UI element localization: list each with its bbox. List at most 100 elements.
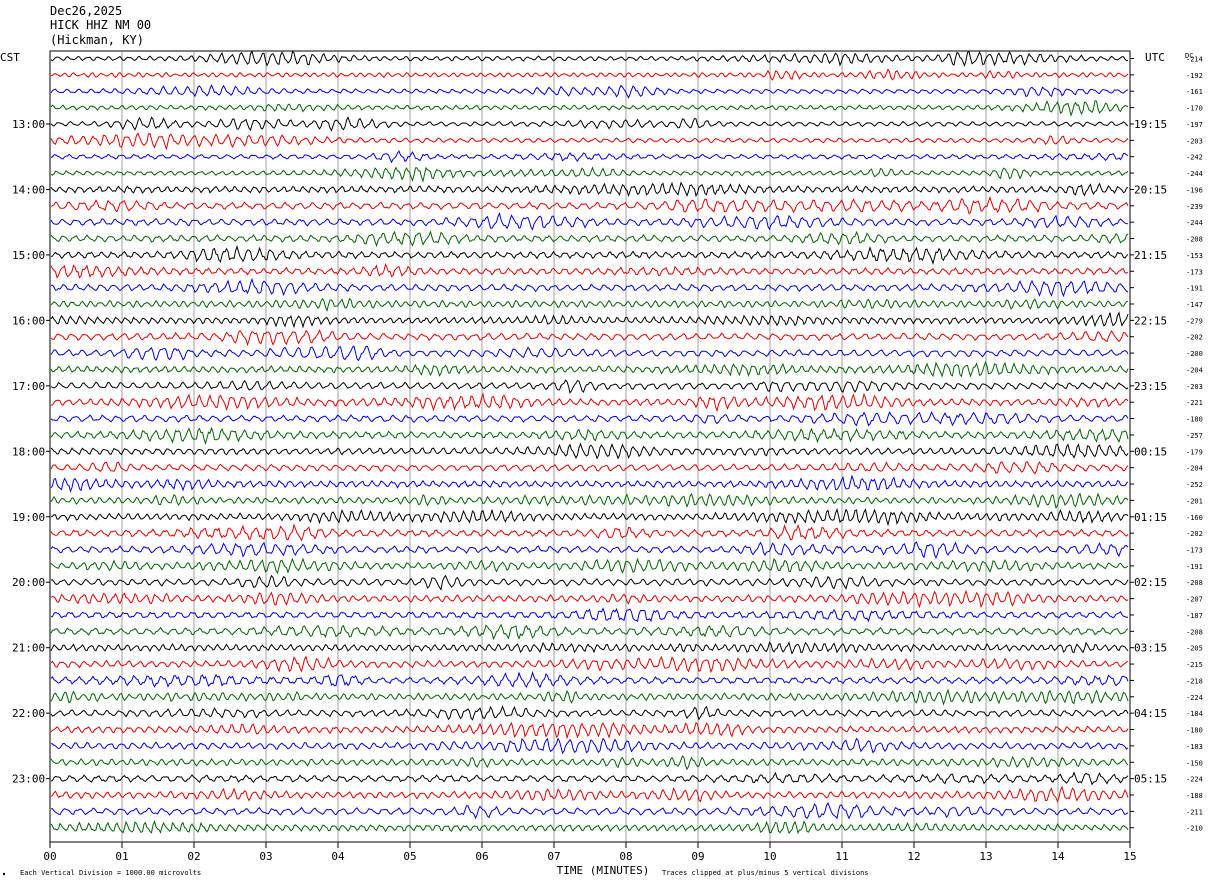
seismic-trace xyxy=(50,166,1129,183)
dc-offset-label: -252 xyxy=(1186,481,1203,489)
seismic-trace xyxy=(50,230,1129,248)
seismic-trace xyxy=(50,181,1129,198)
cst-hour-label: 15:00 xyxy=(12,249,45,262)
dc-offset-label: -173 xyxy=(1186,546,1203,554)
x-tick-label: 03 xyxy=(259,850,272,863)
cst-hour-label: 23:00 xyxy=(12,773,45,786)
cst-hour-label: 20:00 xyxy=(12,576,45,589)
dc-offset-label: -196 xyxy=(1186,186,1203,194)
dc-offset-label: -257 xyxy=(1186,432,1203,440)
seismic-trace xyxy=(50,705,1129,721)
dc-offset-label: -279 xyxy=(1186,317,1203,325)
seismic-trace xyxy=(50,196,1129,215)
seismic-trace xyxy=(50,785,1129,804)
seismic-trace xyxy=(50,771,1129,786)
cst-hour-label: 16:00 xyxy=(12,314,45,327)
dc-offset-label: -205 xyxy=(1186,645,1203,653)
dc-offset-label: -201 xyxy=(1186,497,1203,505)
seismic-trace xyxy=(50,670,1129,689)
seismic-trace xyxy=(50,379,1129,394)
seismic-trace xyxy=(51,802,1129,820)
seismic-trace xyxy=(50,329,1129,347)
seismic-trace xyxy=(50,132,1129,151)
dc-offset-label: -207 xyxy=(1186,596,1203,604)
dc-offset-label: -202 xyxy=(1186,530,1203,538)
dc-offset-label: -224 xyxy=(1186,694,1203,702)
dc-offset-label: -242 xyxy=(1186,154,1203,162)
seismic-trace xyxy=(50,574,1129,591)
seismic-trace xyxy=(50,557,1129,575)
seismic-trace xyxy=(50,442,1129,460)
dc-offset-label: -187 xyxy=(1186,612,1203,620)
cst-axis-label: CST xyxy=(0,51,20,64)
seismic-trace xyxy=(50,116,1129,132)
seismic-trace xyxy=(50,721,1129,740)
dc-offset-label: -170 xyxy=(1186,105,1203,113)
dc-offset-label: -153 xyxy=(1186,252,1203,260)
seismic-trace xyxy=(50,737,1129,755)
seismic-trace xyxy=(50,84,1129,99)
seismic-trace xyxy=(50,755,1129,771)
dc-offset-label: -202 xyxy=(1186,334,1203,342)
seismic-trace xyxy=(50,541,1129,560)
seismic-trace xyxy=(50,345,1129,362)
dc-offset-label: -160 xyxy=(1186,514,1203,522)
x-tick-label: 04 xyxy=(331,850,345,863)
seismic-trace xyxy=(50,311,1129,329)
utc-hour-label: 21:15 xyxy=(1134,249,1167,262)
seismic-trace xyxy=(50,589,1129,609)
x-tick-label: 00 xyxy=(43,850,56,863)
dc-offset-label: -173 xyxy=(1186,268,1203,276)
dc-offset-label: -180 xyxy=(1186,416,1203,424)
dc-offset-label: -203 xyxy=(1186,137,1203,145)
dc-offset-label: -188 xyxy=(1186,792,1203,800)
x-axis-title: TIME (MINUTES) xyxy=(557,864,650,877)
utc-axis-label: UTC xyxy=(1145,51,1165,64)
dc-offset-label: -197 xyxy=(1186,121,1203,129)
x-tick-label: 07 xyxy=(547,850,560,863)
dc-offset-label: -239 xyxy=(1186,203,1203,211)
cst-hour-label: 17:00 xyxy=(12,380,45,393)
dc-offset-label: -161 xyxy=(1186,88,1203,96)
x-tick-label: 06 xyxy=(475,850,488,863)
seismic-trace xyxy=(50,820,1129,835)
dc-offset-label: -191 xyxy=(1186,285,1203,293)
utc-hour-label: 20:15 xyxy=(1134,183,1167,196)
dc-offset-label: -215 xyxy=(1186,661,1203,669)
footer-mark-icon xyxy=(2,872,6,876)
dc-offset-label: -208 xyxy=(1186,579,1203,587)
dc-offset-label: -244 xyxy=(1186,219,1203,227)
dc-offset-label: -221 xyxy=(1186,399,1203,407)
dc-offset-label: -210 xyxy=(1186,825,1203,833)
seismic-trace xyxy=(50,68,1129,81)
dc-offset-label: -211 xyxy=(1186,808,1203,816)
x-tick-label: 13 xyxy=(979,850,992,863)
dc-offset-label: -204 xyxy=(1186,366,1203,374)
utc-hour-label: 03:15 xyxy=(1134,642,1167,655)
dc-offset-label: -208 xyxy=(1186,236,1203,244)
seismic-trace xyxy=(50,523,1129,542)
dc-offset-label: -200 xyxy=(1186,350,1203,358)
x-tick-label: 10 xyxy=(763,850,776,863)
dc-offset-label: -191 xyxy=(1186,563,1203,571)
seismic-trace xyxy=(50,623,1129,641)
cst-hour-label: 19:00 xyxy=(12,511,45,524)
cst-hour-label: 14:00 xyxy=(12,183,45,196)
utc-hour-label: 22:15 xyxy=(1134,314,1167,327)
seismic-trace xyxy=(50,297,1129,312)
x-tick-label: 11 xyxy=(835,850,848,863)
dc-offset-label: -204 xyxy=(1186,465,1203,473)
dc-offset-label: -150 xyxy=(1186,759,1203,767)
utc-hour-label: 04:15 xyxy=(1134,707,1167,720)
seismic-trace xyxy=(50,426,1129,446)
utc-hour-label: 19:15 xyxy=(1134,118,1167,131)
seismogram-plot: 00 01 02 03 04 05 06 07 08 09 10 11 12 13 14 15CST UTC DC… xyxy=(0,50,1203,877)
seismic-trace xyxy=(50,50,1129,67)
seismic-trace xyxy=(50,212,1129,231)
seismic-trace xyxy=(50,461,1129,475)
dc-offset-label: -147 xyxy=(1186,301,1203,309)
x-tick-label: 01 xyxy=(115,850,128,863)
seismic-trace xyxy=(50,641,1129,655)
x-tick-label: 14 xyxy=(1051,850,1065,863)
seismic-trace xyxy=(50,507,1129,527)
